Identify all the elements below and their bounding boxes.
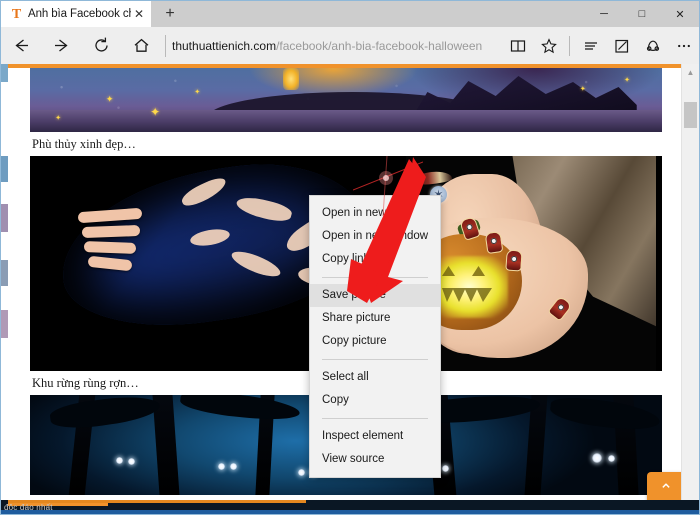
page-left-gutter — [8, 64, 30, 514]
refresh-icon[interactable] — [81, 28, 121, 64]
address-bar[interactable]: thuthuattienich.com/facebook/anh-bia-fac… — [172, 28, 502, 64]
context-menu-item-inspect-element[interactable]: Inspect element — [310, 425, 440, 448]
favorites-star-icon[interactable] — [533, 28, 564, 64]
halloween-night-banner-image[interactable]: ✦ ✦ ✦ ✦ ✦ ✦ — [30, 68, 662, 132]
glowing-eye — [218, 463, 225, 470]
context-menu-separator — [322, 277, 428, 278]
context-menu-item-open-in-new-window[interactable]: Open in new window — [310, 225, 440, 248]
glowing-eye — [298, 469, 305, 476]
glowing-eye — [592, 453, 602, 463]
toolbar-divider — [569, 35, 570, 56]
site-favicon-letter-t-icon: T — [11, 6, 22, 22]
maximize-button[interactable]: □ — [623, 1, 661, 27]
browser-window: T Ảnh bìa Facebook chủ đ ✕ + ─ □ ✕ thuth… — [0, 0, 700, 515]
back-arrow-icon[interactable] — [1, 28, 41, 64]
new-tab-button[interactable]: + — [151, 1, 189, 27]
context-menu-separator — [322, 359, 428, 360]
reading-view-icon[interactable] — [502, 28, 533, 64]
context-menu-separator — [322, 418, 428, 419]
minimize-button[interactable]: ─ — [585, 1, 623, 27]
window-edge-strip — [1, 64, 8, 514]
context-menu-item-view-source[interactable]: View source — [310, 448, 440, 471]
glowing-eye — [230, 463, 237, 470]
context-menu-item-copy-link[interactable]: Copy link — [310, 248, 440, 271]
share-icon[interactable] — [637, 28, 668, 64]
url-path: /facebook/anh-bia-facebook-halloween — [276, 38, 483, 53]
banner-star-icon: ✦ — [105, 93, 114, 104]
home-icon[interactable] — [121, 28, 161, 64]
banner-star-icon: ✦ — [194, 89, 201, 97]
jack-o-lantern-glow — [430, 256, 508, 318]
caption-witch: Phù thủy xinh đẹp… — [32, 137, 136, 151]
glowing-eye — [608, 455, 615, 462]
toolbar-icons — [502, 28, 699, 64]
scroll-up-icon[interactable]: ▲ — [682, 64, 699, 81]
more-icon[interactable] — [668, 28, 699, 64]
glowing-eye — [442, 465, 449, 472]
tab-strip: T Ảnh bìa Facebook chủ đ ✕ + ─ □ ✕ — [1, 1, 699, 27]
context-menu-item-save-picture[interactable]: Save picture — [310, 284, 440, 307]
window-controls: ─ □ ✕ — [585, 1, 699, 27]
close-tab-icon[interactable]: ✕ — [131, 6, 147, 22]
finger — [77, 207, 143, 224]
navigation-toolbar: thuthuattienich.com/facebook/anh-bia-fac… — [1, 27, 699, 64]
url-host: thuthuattienich.com — [172, 38, 277, 53]
finger — [81, 224, 141, 239]
glowing-eye — [128, 458, 135, 465]
context-menu-item-share-picture[interactable]: Share picture — [310, 307, 440, 330]
painted-nail — [505, 249, 523, 272]
context-menu-item-select-all[interactable]: Select all — [310, 366, 440, 389]
close-window-button[interactable]: ✕ — [661, 1, 699, 27]
scrollbar-thumb[interactable] — [684, 102, 697, 128]
context-menu-item-copy-picture[interactable]: Copy picture — [310, 330, 440, 353]
witch-portrait: ✶ — [406, 156, 656, 371]
hub-icon[interactable] — [575, 28, 606, 64]
banner-star-icon: ✦ — [150, 104, 161, 119]
finger — [87, 255, 133, 272]
forward-arrow-icon[interactable] — [41, 28, 81, 64]
browser-tab[interactable]: T Ảnh bìa Facebook chủ đ ✕ — [1, 1, 151, 27]
banner-ground — [30, 110, 662, 132]
banner-lantern-glow — [282, 68, 299, 90]
banner-star-icon: ✦ — [579, 85, 586, 93]
tab-title: Ảnh bìa Facebook chủ đ — [28, 8, 131, 20]
banner-star-icon: ✦ — [624, 76, 630, 84]
banner-star-icon: ✦ — [55, 115, 62, 123]
finger-group — [77, 204, 188, 274]
web-note-icon[interactable] — [606, 28, 637, 64]
strip-blue-bar — [1, 510, 699, 514]
context-menu-item-open-in-new-tab[interactable]: Open in new tab — [310, 202, 440, 225]
context-menu-item-copy[interactable]: Copy — [310, 389, 440, 412]
bottom-cropped-strip: độc đáo nhất — [1, 500, 699, 514]
page-scrollbar[interactable]: ▲ ▼ — [681, 64, 699, 514]
painted-nail — [484, 230, 504, 255]
glowing-eye — [116, 457, 123, 464]
finger — [83, 241, 137, 254]
address-divider — [165, 34, 166, 57]
context-menu: Open in new tab Open in new window Copy … — [309, 195, 441, 478]
